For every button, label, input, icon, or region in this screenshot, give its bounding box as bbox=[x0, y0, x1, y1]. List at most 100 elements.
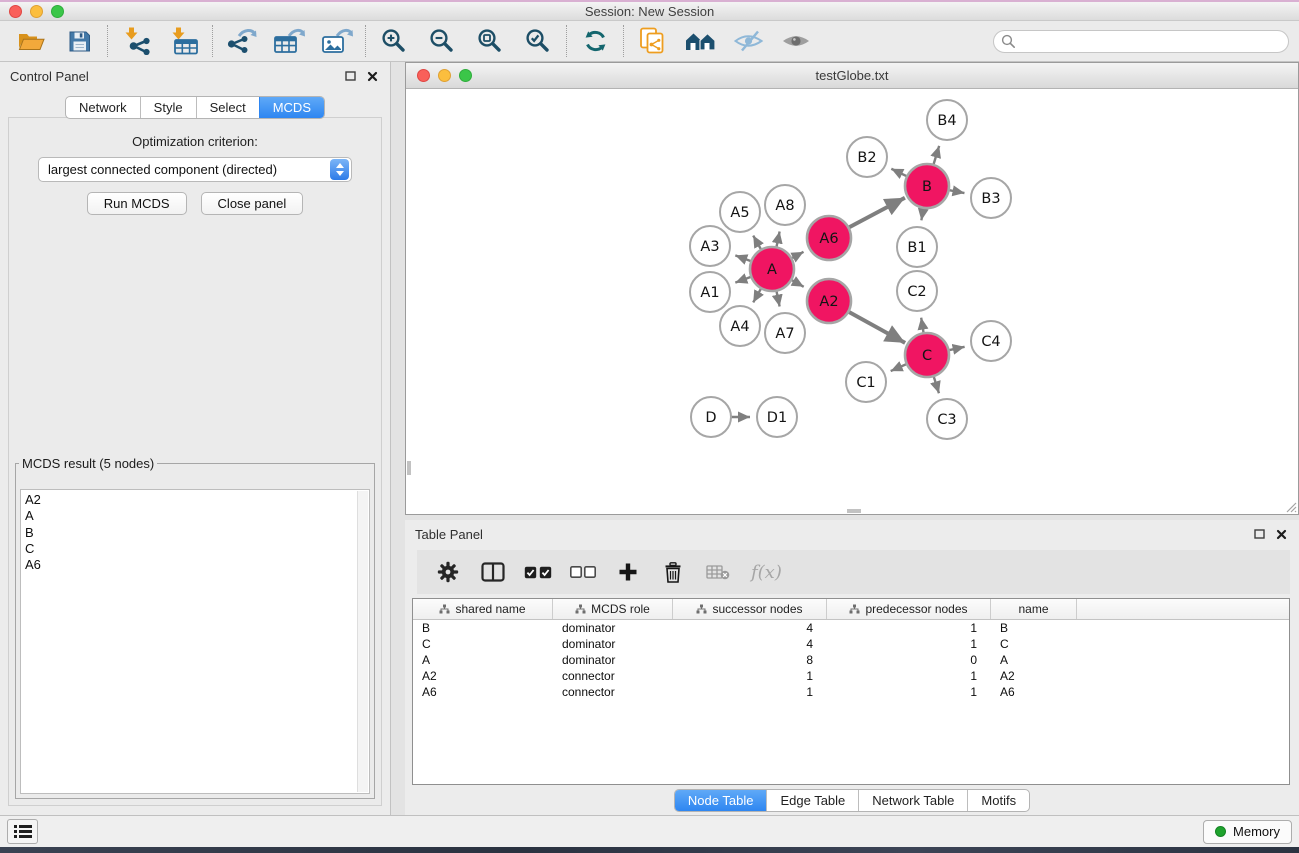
save-session-button[interactable] bbox=[62, 24, 96, 58]
tab-node-table[interactable]: Node Table bbox=[675, 790, 767, 811]
search-field-wrap bbox=[993, 30, 1289, 53]
zoom-selected-button[interactable] bbox=[521, 24, 555, 58]
graph-edge-A2-C[interactable] bbox=[847, 311, 906, 343]
network-canvas[interactable]: B4B2BB3A8A5A6A3B1AC2A1A2A4A7C4CC1DD1C3 bbox=[406, 90, 1298, 514]
export-network-icon bbox=[225, 27, 257, 55]
table-cell[interactable]: 4 bbox=[673, 636, 827, 652]
delete-column-button[interactable] bbox=[659, 558, 687, 586]
table-cell[interactable]: 4 bbox=[673, 620, 827, 636]
table-row[interactable]: Bdominator41B bbox=[413, 620, 1289, 636]
table-cell[interactable]: 0 bbox=[827, 652, 991, 668]
deselect-all-button[interactable] bbox=[569, 558, 597, 586]
close-panel-icon[interactable] bbox=[367, 71, 378, 82]
tab-style[interactable]: Style bbox=[140, 97, 196, 118]
column-header[interactable]: predecessor nodes bbox=[827, 599, 991, 619]
mcds-result-listbox: A2ABCA6 bbox=[20, 489, 370, 794]
table-cell[interactable]: C bbox=[991, 636, 1077, 652]
table-cell[interactable]: A2 bbox=[991, 668, 1077, 684]
toolbar-separator bbox=[566, 25, 567, 57]
eye-slash-icon bbox=[733, 29, 764, 53]
table-cell[interactable]: 1 bbox=[827, 636, 991, 652]
export-network-button[interactable] bbox=[224, 24, 258, 58]
table-cell[interactable]: 1 bbox=[673, 668, 827, 684]
table-row[interactable]: Cdominator41C bbox=[413, 636, 1289, 652]
select-all-button[interactable] bbox=[524, 558, 552, 586]
column-header[interactable]: shared name bbox=[413, 599, 553, 619]
tab-edge-table[interactable]: Edge Table bbox=[766, 790, 858, 811]
task-history-button[interactable] bbox=[7, 819, 38, 844]
table-cell[interactable]: A2 bbox=[413, 668, 553, 684]
first-neighbors-button[interactable] bbox=[683, 24, 717, 58]
graph-edge-A6-B[interactable] bbox=[847, 198, 905, 229]
table-cell[interactable]: dominator bbox=[553, 620, 673, 636]
table-cell[interactable]: A bbox=[413, 652, 553, 668]
table-cell[interactable]: 1 bbox=[673, 684, 827, 700]
hierarchy-icon bbox=[696, 604, 707, 614]
close-panel-icon[interactable] bbox=[1276, 529, 1287, 540]
show-columns-button[interactable] bbox=[479, 558, 507, 586]
result-scrollbar[interactable] bbox=[357, 491, 368, 792]
float-panel-icon[interactable] bbox=[345, 71, 356, 81]
delete-table-button[interactable] bbox=[704, 558, 732, 586]
column-header[interactable]: name bbox=[991, 599, 1077, 619]
mcds-result-item[interactable]: A2 bbox=[25, 492, 354, 508]
close-panel-button[interactable]: Close panel bbox=[201, 192, 304, 215]
add-column-button[interactable] bbox=[614, 558, 642, 586]
table-cell[interactable]: dominator bbox=[553, 636, 673, 652]
memory-button[interactable]: Memory bbox=[1203, 820, 1292, 844]
column-header[interactable]: MCDS role bbox=[553, 599, 673, 619]
table-cell[interactable]: A6 bbox=[413, 684, 553, 700]
column-header[interactable]: successor nodes bbox=[673, 599, 827, 619]
table-cell[interactable]: connector bbox=[553, 668, 673, 684]
table-cell[interactable]: B bbox=[413, 620, 553, 636]
search-input[interactable] bbox=[993, 30, 1289, 53]
table-cell[interactable]: dominator bbox=[553, 652, 673, 668]
float-panel-icon[interactable] bbox=[1254, 529, 1265, 539]
table-cell[interactable]: 1 bbox=[827, 620, 991, 636]
table-settings-button[interactable] bbox=[434, 558, 462, 586]
open-session-button[interactable] bbox=[14, 24, 48, 58]
function-builder-button[interactable]: f(x) bbox=[751, 562, 782, 583]
table-row[interactable]: A2connector11A2 bbox=[413, 668, 1289, 684]
memory-label: Memory bbox=[1233, 824, 1280, 839]
zoom-out-button[interactable] bbox=[425, 24, 459, 58]
table-cell[interactable]: 1 bbox=[827, 668, 991, 684]
vertical-scrollbar-thumb[interactable] bbox=[407, 461, 411, 475]
run-mcds-button[interactable]: Run MCDS bbox=[87, 192, 187, 215]
resize-grip[interactable] bbox=[1284, 500, 1297, 513]
tab-network-table[interactable]: Network Table bbox=[858, 790, 967, 811]
new-network-from-selection-button[interactable] bbox=[635, 24, 669, 58]
table-cell[interactable]: C bbox=[413, 636, 553, 652]
show-all-button[interactable] bbox=[779, 24, 813, 58]
tab-select[interactable]: Select bbox=[196, 97, 259, 118]
workspace: Control Panel NetworkStyleSelectMCDS Opt… bbox=[0, 62, 1299, 815]
table-cell[interactable]: A6 bbox=[991, 684, 1077, 700]
table-row[interactable]: A6connector11A6 bbox=[413, 684, 1289, 700]
zoom-fit-button[interactable] bbox=[473, 24, 507, 58]
mcds-result-item[interactable]: A bbox=[25, 508, 354, 524]
tab-network[interactable]: Network bbox=[66, 97, 140, 118]
tab-motifs[interactable]: Motifs bbox=[967, 790, 1029, 811]
node-table: shared nameMCDS rolesuccessor nodesprede… bbox=[412, 598, 1290, 785]
mcds-result-item[interactable]: B bbox=[25, 525, 354, 541]
table-cell[interactable]: 1 bbox=[827, 684, 991, 700]
zoom-in-button[interactable] bbox=[377, 24, 411, 58]
horizontal-scrollbar-thumb[interactable] bbox=[847, 509, 861, 513]
export-table-button[interactable] bbox=[272, 24, 306, 58]
mcds-result-item[interactable]: A6 bbox=[25, 557, 354, 573]
table-cell[interactable]: B bbox=[991, 620, 1077, 636]
table-cell[interactable]: connector bbox=[553, 684, 673, 700]
import-table-button[interactable] bbox=[167, 24, 201, 58]
table-cell[interactable]: 8 bbox=[673, 652, 827, 668]
import-network-button[interactable] bbox=[119, 24, 153, 58]
graph-node-label: B bbox=[922, 179, 932, 195]
table-panel: Table Panel bbox=[405, 520, 1299, 815]
optimization-select[interactable]: largest connected component (directed) bbox=[38, 157, 352, 182]
refresh-view-button[interactable] bbox=[578, 24, 612, 58]
table-row[interactable]: Adominator80A bbox=[413, 652, 1289, 668]
table-cell[interactable]: A bbox=[991, 652, 1077, 668]
tab-mcds[interactable]: MCDS bbox=[259, 97, 324, 118]
export-image-button[interactable] bbox=[320, 24, 354, 58]
hide-selected-button[interactable] bbox=[731, 24, 765, 58]
mcds-result-item[interactable]: C bbox=[25, 541, 354, 557]
